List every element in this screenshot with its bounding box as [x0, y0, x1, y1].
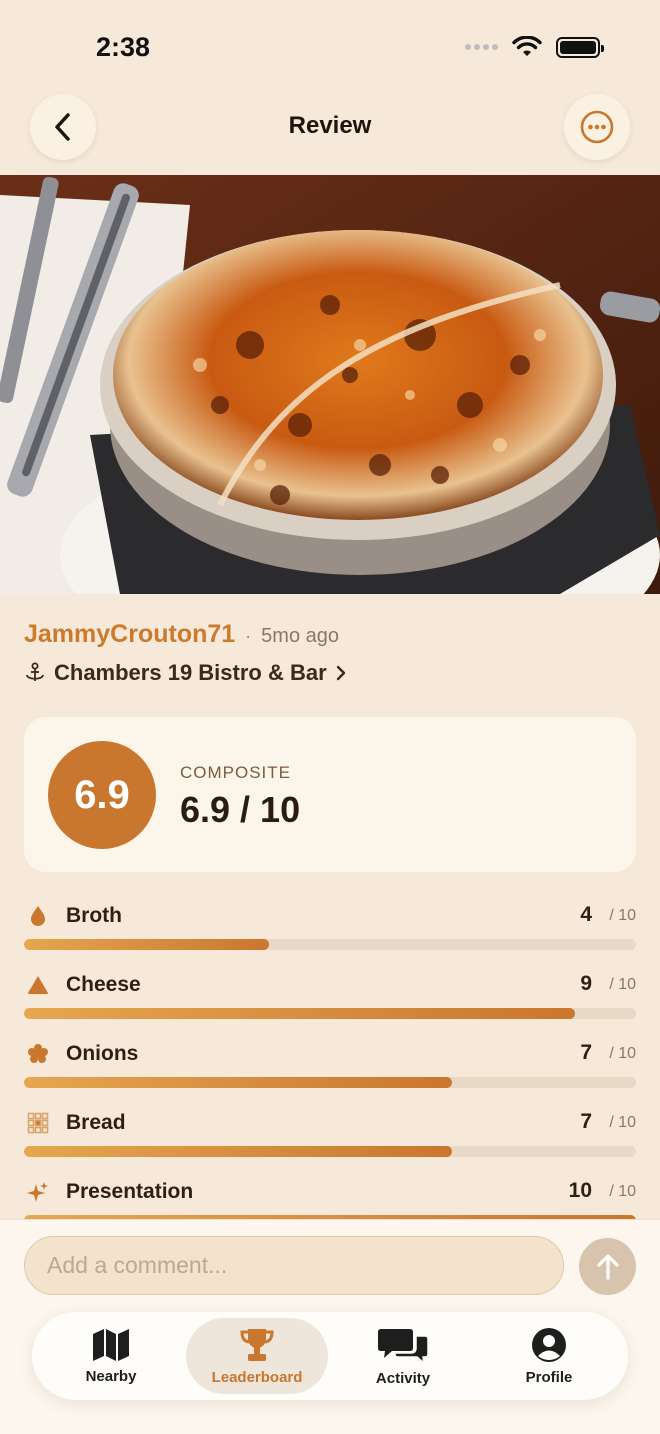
rating-row-cheese: Cheese 9 / 10	[24, 967, 636, 1036]
rating-max: / 10	[609, 1045, 636, 1062]
rating-bar	[24, 1008, 636, 1019]
rating-score: 9	[580, 972, 592, 995]
wifi-icon	[512, 36, 542, 56]
rating-row-onions: Onions 7 / 10	[24, 1036, 636, 1105]
comment-input[interactable]	[24, 1236, 564, 1295]
rating-bar-fill	[24, 1077, 453, 1088]
composite-badge: 6.9	[48, 741, 156, 849]
battery-icon	[556, 36, 604, 58]
rating-max: / 10	[609, 976, 636, 993]
tab-nearby[interactable]: Nearby	[40, 1318, 182, 1394]
arrow-up-icon	[596, 1253, 619, 1280]
ratings-list: Broth 4 / 10 Cheese 9 / 10 Onions 7 / 10	[24, 898, 636, 1243]
rating-score: 7	[580, 1041, 592, 1064]
tab-leaderboard[interactable]: Leaderboard	[186, 1318, 328, 1394]
rating-label: Bread	[66, 1111, 126, 1134]
ellipsis-circle-icon	[580, 110, 614, 144]
rating-score: 10	[568, 1179, 592, 1202]
rating-max: / 10	[609, 1114, 636, 1131]
anchor-icon	[26, 662, 44, 681]
more-options-button[interactable]	[564, 94, 630, 160]
rating-row-broth: Broth 4 / 10	[24, 898, 636, 967]
sparkle-icon	[26, 1180, 50, 1204]
chevron-right-icon	[336, 665, 345, 681]
bread-icon	[26, 1111, 50, 1135]
review-time-ago: 5mo ago	[261, 625, 340, 647]
signal-icon	[465, 44, 498, 50]
rating-bar	[24, 1077, 636, 1088]
tab-activity[interactable]: Activity	[332, 1318, 474, 1394]
tab-label: Leaderboard	[211, 1368, 303, 1386]
tab-bar: Nearby Leaderboard Activity Profile	[32, 1312, 628, 1400]
reviewer-row: JammyCrouton71 · 5mo ago	[24, 620, 339, 649]
rating-label: Broth	[66, 904, 122, 927]
separator-dot: ·	[245, 626, 252, 646]
rating-bar-fill	[24, 1146, 453, 1157]
location-name: Chambers 19 Bistro & Bar	[54, 660, 327, 685]
person-circle-icon	[532, 1327, 566, 1362]
composite-value: 6.9 / 10	[180, 789, 301, 830]
status-icons	[465, 36, 604, 58]
trophy-icon	[240, 1328, 274, 1361]
onion-icon	[26, 1042, 50, 1066]
food-photo	[0, 175, 660, 594]
rating-label: Cheese	[66, 973, 141, 996]
status-time: 2:38	[96, 32, 151, 62]
rating-score: 7	[580, 1110, 592, 1133]
drop-icon	[26, 904, 50, 928]
rating-bar	[24, 939, 636, 950]
composite-card: 6.9 COMPOSITE 6.9 / 10	[24, 717, 636, 872]
rating-label: Onions	[66, 1042, 139, 1065]
rating-label: Presentation	[66, 1180, 194, 1203]
reviewer-username[interactable]: JammyCrouton71	[24, 620, 235, 649]
send-comment-button[interactable]	[579, 1238, 636, 1295]
rating-bar	[24, 1146, 636, 1157]
rating-max: / 10	[609, 1183, 636, 1200]
location-link[interactable]: Chambers 19 Bistro & Bar	[24, 660, 347, 686]
tab-label: Profile	[525, 1368, 573, 1386]
status-bar: 2:38	[0, 0, 660, 90]
rating-max: / 10	[609, 907, 636, 924]
rating-bar-fill	[24, 1008, 575, 1019]
header: Review	[0, 92, 660, 162]
chat-bubbles-icon	[378, 1328, 428, 1364]
rating-score: 4	[580, 903, 592, 926]
cheese-icon	[26, 973, 50, 997]
composite-label: COMPOSITE	[180, 763, 292, 782]
tab-label: Nearby	[85, 1367, 137, 1385]
rating-row-bread: Bread 7 / 10	[24, 1105, 636, 1174]
tab-profile[interactable]: Profile	[478, 1318, 620, 1394]
map-icon	[93, 1328, 129, 1361]
tab-label: Activity	[375, 1369, 431, 1387]
rating-bar-fill	[24, 939, 269, 950]
page-title: Review	[288, 112, 372, 139]
